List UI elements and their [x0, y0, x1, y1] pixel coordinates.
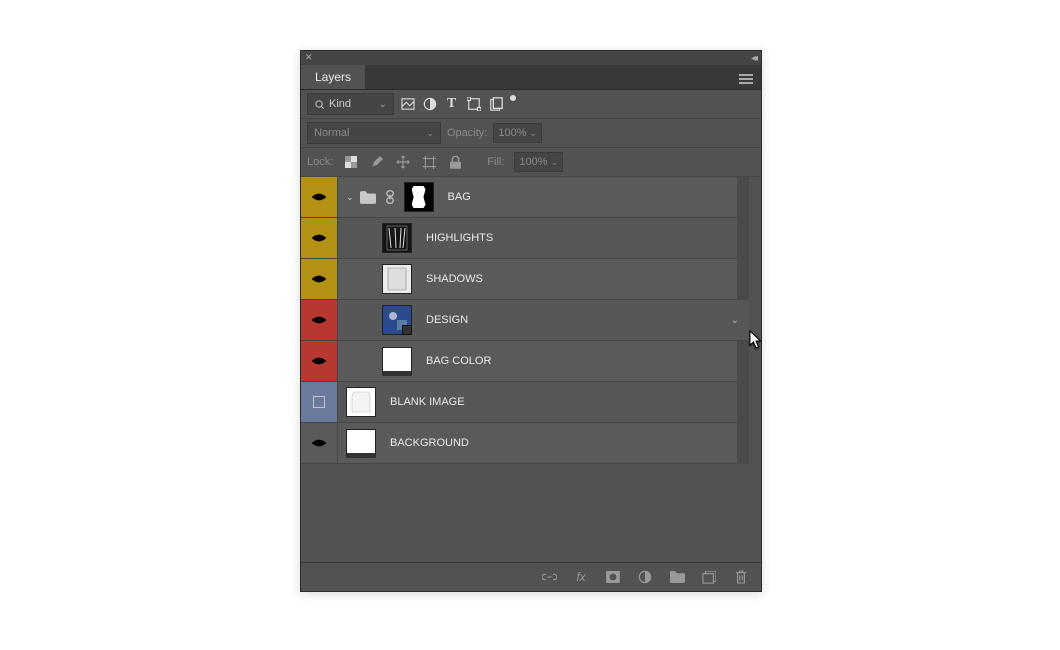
chevron-down-icon: ⌄ [551, 157, 559, 168]
filter-kind-label: Kind [329, 98, 351, 110]
fill-label: Fill: [487, 156, 504, 168]
lock-all-icon[interactable] [447, 154, 463, 170]
lock-row: Lock: Fill: 100% ⌄ [301, 148, 761, 177]
blend-mode-dropdown[interactable]: Normal ⌄ [307, 122, 441, 144]
fx-icon[interactable]: fx [573, 569, 589, 585]
lock-transparent-icon[interactable] [343, 154, 359, 170]
filter-shape-icon[interactable] [466, 96, 482, 112]
visibility-toggle[interactable] [301, 259, 338, 299]
chevron-down-icon: ⌄ [379, 99, 387, 110]
delete-layer-icon[interactable] [733, 569, 749, 585]
link-icon [382, 189, 398, 205]
new-layer-icon[interactable] [701, 569, 717, 585]
fill-input[interactable]: 100% ⌄ [514, 152, 563, 172]
visibility-toggle[interactable] [301, 423, 338, 463]
collapse-icon[interactable]: ◂◂ [751, 53, 755, 64]
disclosure-triangle-icon[interactable]: ⌄ [346, 192, 354, 203]
visibility-toggle[interactable] [301, 177, 338, 217]
folder-icon [360, 189, 376, 205]
visibility-toggle[interactable] [301, 341, 338, 381]
layer-row[interactable]: SHADOWS [301, 259, 749, 300]
layer-mask-thumb[interactable] [404, 182, 434, 212]
layer-thumb[interactable] [382, 223, 412, 253]
visibility-toggle[interactable] [301, 218, 338, 258]
layers-list: ⌄ BAG HIGHLIGHTS [301, 177, 749, 464]
blend-row: Normal ⌄ Opacity: 100% ⌄ [301, 119, 761, 148]
hidden-indicator-icon [313, 396, 325, 408]
layer-thumb[interactable] [382, 264, 412, 294]
lock-label: Lock: [307, 156, 333, 168]
layers-panel: ✕ ◂◂ Layers Kind ⌄ T Normal ⌄ Opacity: 1… [300, 50, 762, 592]
smart-object-badge-icon [402, 325, 412, 335]
layer-row[interactable]: BACKGROUND [301, 423, 749, 464]
filter-row: Kind ⌄ T [301, 90, 761, 119]
chevron-down-icon[interactable]: ⌄ [731, 315, 739, 326]
chevron-down-icon: ⌄ [426, 128, 434, 139]
layer-row[interactable]: ⌄ BAG [301, 177, 749, 218]
layer-name[interactable]: SHADOWS [426, 273, 483, 285]
tab-layers[interactable]: Layers [301, 65, 365, 89]
link-layers-icon[interactable] [541, 569, 557, 585]
lock-position-icon[interactable] [395, 154, 411, 170]
layer-thumb[interactable] [346, 387, 376, 417]
layer-thumb[interactable] [346, 429, 376, 458]
layer-name[interactable]: BAG COLOR [426, 355, 491, 367]
panel-menu-icon[interactable] [739, 71, 753, 83]
layer-name[interactable]: HIGHLIGHTS [426, 232, 493, 244]
layer-thumb[interactable] [382, 347, 412, 376]
panel-tabs: Layers [301, 65, 761, 90]
filter-kind-dropdown[interactable]: Kind ⌄ [307, 93, 394, 115]
filter-type-icon[interactable]: T [444, 96, 460, 112]
layer-name[interactable]: BLANK IMAGE [390, 396, 465, 408]
opacity-label: Opacity: [447, 127, 487, 139]
lock-artboard-icon[interactable] [421, 154, 437, 170]
filter-smart-icon[interactable] [488, 96, 504, 112]
filter-adjust-icon[interactable] [422, 96, 438, 112]
layer-name[interactable]: DESIGN [426, 314, 468, 326]
lock-pixels-icon[interactable] [369, 154, 385, 170]
chevron-down-icon: ⌄ [530, 128, 538, 139]
layer-row[interactable]: BLANK IMAGE [301, 382, 749, 423]
filter-toggle-switch[interactable] [510, 95, 516, 101]
layer-row[interactable]: BAG COLOR [301, 341, 749, 382]
layer-name[interactable]: BAG [448, 191, 471, 203]
layer-name[interactable]: BACKGROUND [390, 437, 469, 449]
layer-row[interactable]: HIGHLIGHTS [301, 218, 749, 259]
add-mask-icon[interactable] [605, 569, 621, 585]
panel-footer: fx [301, 562, 761, 591]
visibility-toggle[interactable] [301, 300, 338, 340]
visibility-toggle[interactable] [301, 382, 338, 422]
layer-row[interactable]: DESIGN ⌄ [301, 300, 749, 341]
panel-titlebar[interactable]: ✕ ◂◂ [301, 51, 761, 65]
close-icon[interactable]: ✕ [305, 52, 313, 63]
new-adjustment-icon[interactable] [637, 569, 653, 585]
opacity-input[interactable]: 100% ⌄ [493, 123, 542, 143]
layer-thumb[interactable] [382, 305, 412, 335]
new-group-icon[interactable] [669, 569, 685, 585]
filter-pixel-icon[interactable] [400, 96, 416, 112]
